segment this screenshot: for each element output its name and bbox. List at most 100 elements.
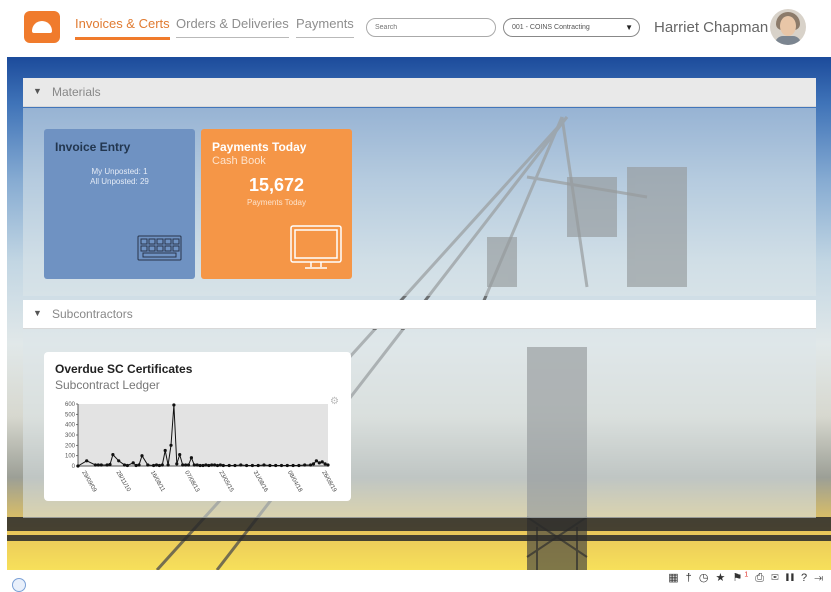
app-header: Invoices & Certs Orders & Deliveries Pay…: [0, 0, 831, 57]
data-point: [163, 448, 167, 453]
data-point: [117, 459, 121, 463]
data-point: [131, 461, 135, 465]
data-point: [309, 463, 313, 467]
data-point: [262, 463, 266, 467]
tab-orders-deliveries[interactable]: Orders & Deliveries: [176, 16, 289, 38]
data-point: [140, 454, 144, 458]
data-point: [166, 463, 170, 467]
payments-today-tile[interactable]: Payments Today Cash Book 15,672 Payments…: [201, 129, 352, 279]
data-point: [218, 463, 222, 467]
mail-icon[interactable]: ✉: [771, 572, 781, 584]
data-point: [213, 463, 217, 467]
overdue-sc-chart: 0 100 200 300 400 500 600 29/09/09 28/11/10 16/08…: [65, 402, 337, 494]
data-point: [198, 463, 202, 468]
data-point: [137, 463, 141, 467]
x-tick-label: 31/08/16: [252, 470, 269, 494]
data-point: [111, 453, 115, 457]
status-bar: ▦ † ◷ ★ ⚑1 ⎙ ✉ ❙❙ ? ⇥: [0, 570, 831, 592]
data-point: [99, 463, 103, 467]
x-tick-label: 23/05/15: [217, 470, 234, 494]
data-point: [108, 462, 112, 467]
data-point: [279, 463, 284, 468]
data-point: [134, 463, 138, 468]
data-point: [85, 459, 89, 463]
data-point: [274, 463, 278, 468]
x-tick-label: 28/11/10: [115, 470, 132, 493]
overdue-sc-certificates-tile[interactable]: Overdue SC Certificates Subcontract Ledg…: [44, 352, 351, 501]
data-point: [303, 463, 307, 467]
data-point: [204, 463, 208, 467]
data-point: [201, 463, 205, 468]
subcontractors-section-header[interactable]: ▼ Subcontractors: [23, 300, 816, 329]
payments-today-value: 15,672: [248, 175, 305, 195]
x-tick-label: 29/09/09: [80, 470, 97, 494]
payments-today-subtitle: Cash Book: [212, 155, 266, 167]
tab-payments[interactable]: Payments: [296, 16, 354, 38]
star-icon[interactable]: ★: [716, 572, 728, 584]
data-point: [105, 463, 109, 467]
data-point: [189, 456, 193, 460]
print-icon[interactable]: ⎙: [755, 572, 766, 584]
data-point: [169, 443, 173, 447]
subcontractors-section-title: Subcontractors: [52, 307, 133, 321]
company-select[interactable]: 001 - COINS Contracting ▼: [503, 18, 640, 37]
overdue-sc-title: Overdue SC Certificates: [55, 362, 193, 376]
invoice-entry-tile[interactable]: Invoice Entry My Unposted: 1 All Unposte…: [44, 129, 195, 279]
pin-icon[interactable]: †: [686, 572, 694, 584]
y-tick-label: 600: [65, 402, 76, 408]
invoice-entry-title: Invoice Entry: [55, 140, 131, 154]
chevron-down-icon[interactable]: ▼: [33, 86, 42, 96]
data-point: [178, 453, 182, 457]
my-unposted-count: My Unposted: 1: [91, 167, 148, 176]
avatar-face: [780, 16, 796, 36]
flag-icon[interactable]: ⚑1: [732, 571, 751, 584]
data-point: [268, 463, 272, 468]
logo-dome-icon: [32, 21, 52, 33]
chevron-down-icon: ▼: [625, 23, 633, 32]
assistant-icon[interactable]: [12, 578, 26, 592]
y-tick-label: 500: [65, 412, 76, 418]
data-point: [175, 462, 179, 466]
data-point: [317, 461, 321, 465]
left-edge: [0, 57, 7, 570]
overdue-sc-subtitle: Subcontract Ledger: [55, 378, 160, 392]
payments-today-caption: Payments Today: [247, 198, 306, 207]
avatar[interactable]: [770, 9, 806, 45]
data-point: [215, 463, 220, 468]
data-point: [76, 464, 80, 468]
data-point: [323, 462, 327, 466]
user-name[interactable]: Harriet Chapman: [654, 19, 768, 36]
data-point: [291, 463, 295, 468]
materials-section-header[interactable]: ▼ Materials: [23, 78, 816, 107]
history-icon[interactable]: ◷: [699, 572, 711, 584]
keyboard-icon: [137, 235, 182, 261]
data-point: [160, 463, 164, 467]
data-point: [320, 460, 324, 464]
data-point: [227, 463, 231, 468]
y-tick-label: 0: [72, 464, 76, 470]
data-point: [256, 463, 260, 468]
help-icon[interactable]: ?: [801, 572, 809, 584]
tab-invoices-certs[interactable]: Invoices & Certs: [75, 16, 170, 40]
notification-badge: 1: [744, 571, 751, 579]
monitor-icon: [290, 225, 342, 269]
status-icons: ▦ † ◷ ★ ⚑1 ⎙ ✉ ❙❙ ? ⇥: [668, 571, 825, 585]
all-unposted-count: All Unposted: 29: [90, 177, 149, 186]
logout-icon[interactable]: ⇥: [814, 572, 825, 584]
x-tick-label: 08/04/18: [286, 470, 303, 494]
search-input[interactable]: [366, 18, 496, 37]
data-point: [125, 463, 129, 468]
x-tick-label: 07/08/13: [183, 470, 200, 494]
grid-icon[interactable]: ▦: [668, 572, 680, 584]
data-point: [186, 463, 191, 467]
data-point: [297, 463, 301, 468]
coins-logo[interactable]: [24, 11, 60, 43]
data-point: [93, 463, 97, 467]
data-point: [181, 463, 185, 467]
library-icon[interactable]: ❙❙: [786, 572, 796, 584]
x-tick-label: 16/08/11: [149, 470, 166, 493]
data-point: [195, 463, 199, 467]
data-point: [146, 463, 150, 467]
data-point: [172, 403, 176, 407]
chevron-down-icon[interactable]: ▼: [33, 308, 42, 318]
